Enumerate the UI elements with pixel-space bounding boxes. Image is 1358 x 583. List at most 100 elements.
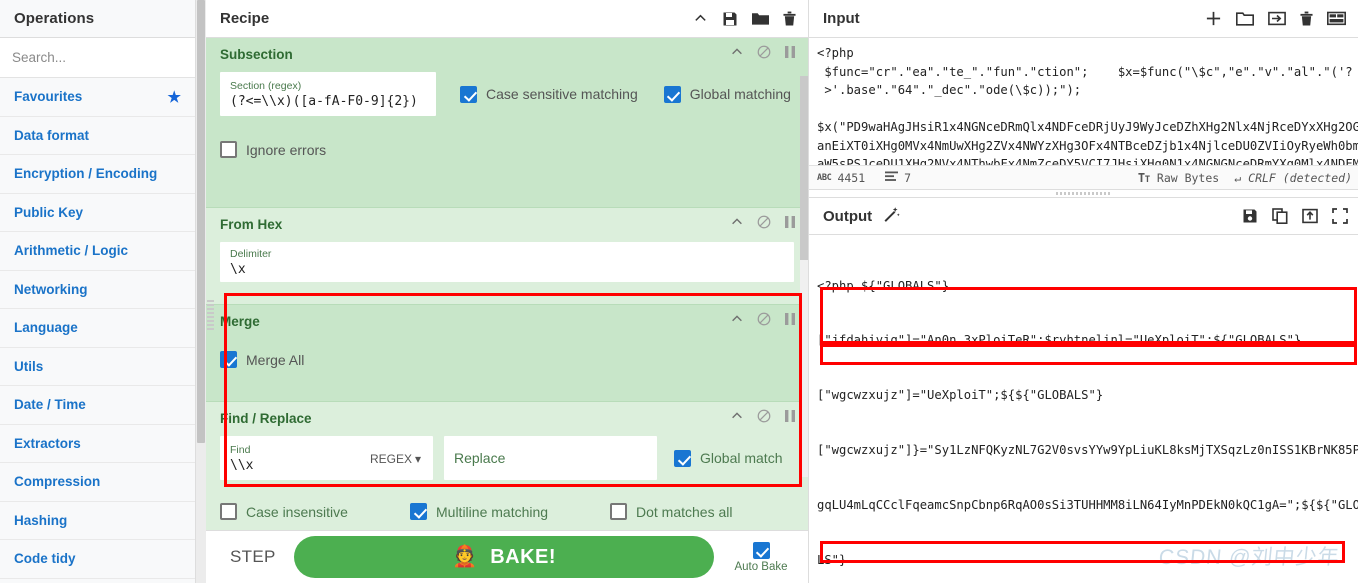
recipe-scrollbar[interactable]: [800, 76, 808, 477]
magic-wand-icon[interactable]: [882, 205, 900, 227]
checkbox-box[interactable]: [460, 85, 477, 103]
checkbox-label: Merge All: [246, 351, 305, 368]
operations-scrollbar-thumb[interactable]: [197, 0, 205, 443]
sidebar-item-favourites[interactable]: Favourites ★: [0, 78, 195, 117]
checkbox-box[interactable]: [220, 351, 237, 368]
recipe-op-from-hex[interactable]: From Hex Delimiter \x: [206, 208, 808, 305]
multiline-matching-checkbox[interactable]: Multiline matching: [410, 503, 610, 520]
sidebar-item-public-key[interactable]: Public Key: [0, 193, 195, 232]
disable-icon[interactable]: [757, 409, 771, 428]
tabs-icon[interactable]: [1327, 11, 1346, 26]
save-icon[interactable]: [722, 11, 738, 27]
checkbox-box[interactable]: [752, 541, 770, 559]
sidebar-item-hashing[interactable]: Hashing: [0, 501, 195, 540]
recipe-op-find-replace[interactable]: Find / Replace Find \\x REGEX ▾ Replace …: [206, 402, 808, 530]
case-insensitive-checkbox[interactable]: Case insensitive: [220, 503, 410, 520]
sidebar-item-utils[interactable]: Utils: [0, 347, 195, 386]
maximize-icon[interactable]: [1332, 208, 1348, 224]
trash-icon[interactable]: [783, 11, 796, 27]
pause-icon[interactable]: [784, 45, 796, 64]
sidebar-item-label: Extractors: [14, 435, 81, 451]
disable-icon[interactable]: [757, 215, 771, 234]
auto-bake-toggle[interactable]: Auto Bake: [724, 541, 798, 573]
output-line: LS"}: [817, 553, 847, 568]
checkbox-label: Case sensitive matching: [486, 86, 638, 102]
raw-bytes-label[interactable]: Raw Bytes: [1157, 171, 1219, 185]
sidebar-item-extractors[interactable]: Extractors: [0, 424, 195, 463]
op-header: Merge: [206, 305, 808, 335]
splitter-grip[interactable]: [1055, 192, 1112, 195]
pause-icon[interactable]: [784, 215, 796, 234]
ignore-errors-checkbox[interactable]: Ignore errors: [220, 141, 794, 158]
case-sensitive-matching-checkbox[interactable]: Case sensitive matching: [460, 85, 638, 103]
input-length: 4451: [837, 170, 866, 185]
sidebar-item-data-format[interactable]: Data format: [0, 116, 195, 155]
global-matching-checkbox[interactable]: Global matching: [663, 85, 791, 103]
dot-matches-all-checkbox[interactable]: Dot matches all: [610, 503, 732, 520]
open-folder-icon[interactable]: [1268, 11, 1286, 26]
sidebar-item-label: Hashing: [14, 512, 68, 528]
find-mode-dropdown[interactable]: REGEX ▾: [370, 452, 425, 466]
merge-all-checkbox[interactable]: Merge All: [220, 351, 794, 368]
bake-bar: STEP 👲 BAKE! Auto Bake: [206, 530, 808, 583]
replace-placeholder: Replace: [454, 450, 506, 466]
sidebar-item-language[interactable]: Language: [0, 309, 195, 348]
find-field[interactable]: Find \\x REGEX ▾: [220, 436, 433, 480]
chevron-up-icon[interactable]: [730, 215, 744, 234]
font-size-icon[interactable]: TT: [1138, 171, 1150, 185]
delimiter-field[interactable]: Delimiter \x: [220, 242, 794, 282]
line-ending-label[interactable]: CRLF (detected): [1248, 171, 1352, 185]
disable-icon[interactable]: [757, 45, 771, 64]
io-splitter[interactable]: [809, 190, 1358, 197]
checkbox-box[interactable]: [610, 503, 627, 520]
sidebar-item-forensics[interactable]: Forensics: [0, 578, 195, 583]
disable-icon[interactable]: [757, 312, 771, 331]
save-icon[interactable]: [1242, 208, 1258, 224]
chevron-up-icon[interactable]: [730, 45, 744, 64]
input-textarea[interactable]: <?php $func="cr"."ea"."te_"."fun"."ction…: [809, 38, 1358, 165]
recipe-io-splitter[interactable]: [207, 300, 214, 330]
op-title: From Hex: [220, 217, 283, 232]
replace-field[interactable]: Replace: [444, 436, 657, 480]
replace-input-icon[interactable]: [1302, 208, 1318, 224]
copy-icon[interactable]: [1272, 208, 1288, 224]
checkbox-box[interactable]: [410, 503, 427, 520]
checkbox-label: Case insensitive: [246, 503, 348, 520]
chef-icon: 👲: [451, 545, 479, 568]
chevron-up-icon[interactable]: [730, 312, 744, 331]
plus-icon[interactable]: [1205, 10, 1222, 27]
sidebar-item-code-tidy[interactable]: Code tidy: [0, 540, 195, 579]
folder-icon[interactable]: [1236, 11, 1254, 26]
chevron-up-icon[interactable]: [693, 11, 708, 26]
global-match-checkbox[interactable]: Global match: [674, 436, 782, 480]
sidebar-item-networking[interactable]: Networking: [0, 270, 195, 309]
sidebar-item-date-time[interactable]: Date / Time: [0, 386, 195, 425]
sidebar-item-arithmetic-logic[interactable]: Arithmetic / Logic: [0, 232, 195, 271]
find-mode-label: REGEX: [369, 451, 412, 466]
checkbox-box[interactable]: [674, 449, 691, 467]
checkbox-box[interactable]: [663, 85, 681, 103]
search-input[interactable]: [12, 50, 183, 65]
bake-button[interactable]: 👲 BAKE!: [293, 536, 714, 578]
recipe-operations-list: Subsection Section (regex) (?<=\\x)([a-f…: [206, 38, 808, 530]
output-textarea[interactable]: <?php ${"GLOBALS"} ["jfdahivjq"]="An0n_3…: [809, 235, 1358, 583]
star-icon: ★: [167, 88, 181, 106]
step-button[interactable]: STEP: [222, 547, 284, 567]
folder-icon[interactable]: [752, 11, 769, 26]
op-controls: [730, 215, 796, 234]
sidebar-item-compression[interactable]: Compression: [0, 463, 195, 502]
recipe-op-merge[interactable]: Merge Merge All: [206, 305, 808, 402]
op-body: Delimiter \x: [206, 238, 808, 294]
recipe-op-subsection[interactable]: Subsection Section (regex) (?<=\\x)([a-f…: [206, 38, 808, 208]
pause-icon[interactable]: [784, 409, 796, 428]
section-regex-field[interactable]: Section (regex) (?<=\\x)([a-fA-F0-9]{2}): [220, 72, 436, 116]
operations-scrollbar[interactable]: [196, 0, 206, 583]
recipe-scrollbar-thumb[interactable]: [800, 76, 808, 260]
pause-icon[interactable]: [784, 312, 796, 331]
search-row[interactable]: [0, 38, 195, 78]
trash-icon[interactable]: [1300, 11, 1313, 27]
checkbox-box[interactable]: [220, 141, 237, 158]
chevron-up-icon[interactable]: [730, 409, 744, 428]
sidebar-item-encryption-encoding[interactable]: Encryption / Encoding: [0, 155, 195, 194]
checkbox-box[interactable]: [220, 503, 237, 520]
